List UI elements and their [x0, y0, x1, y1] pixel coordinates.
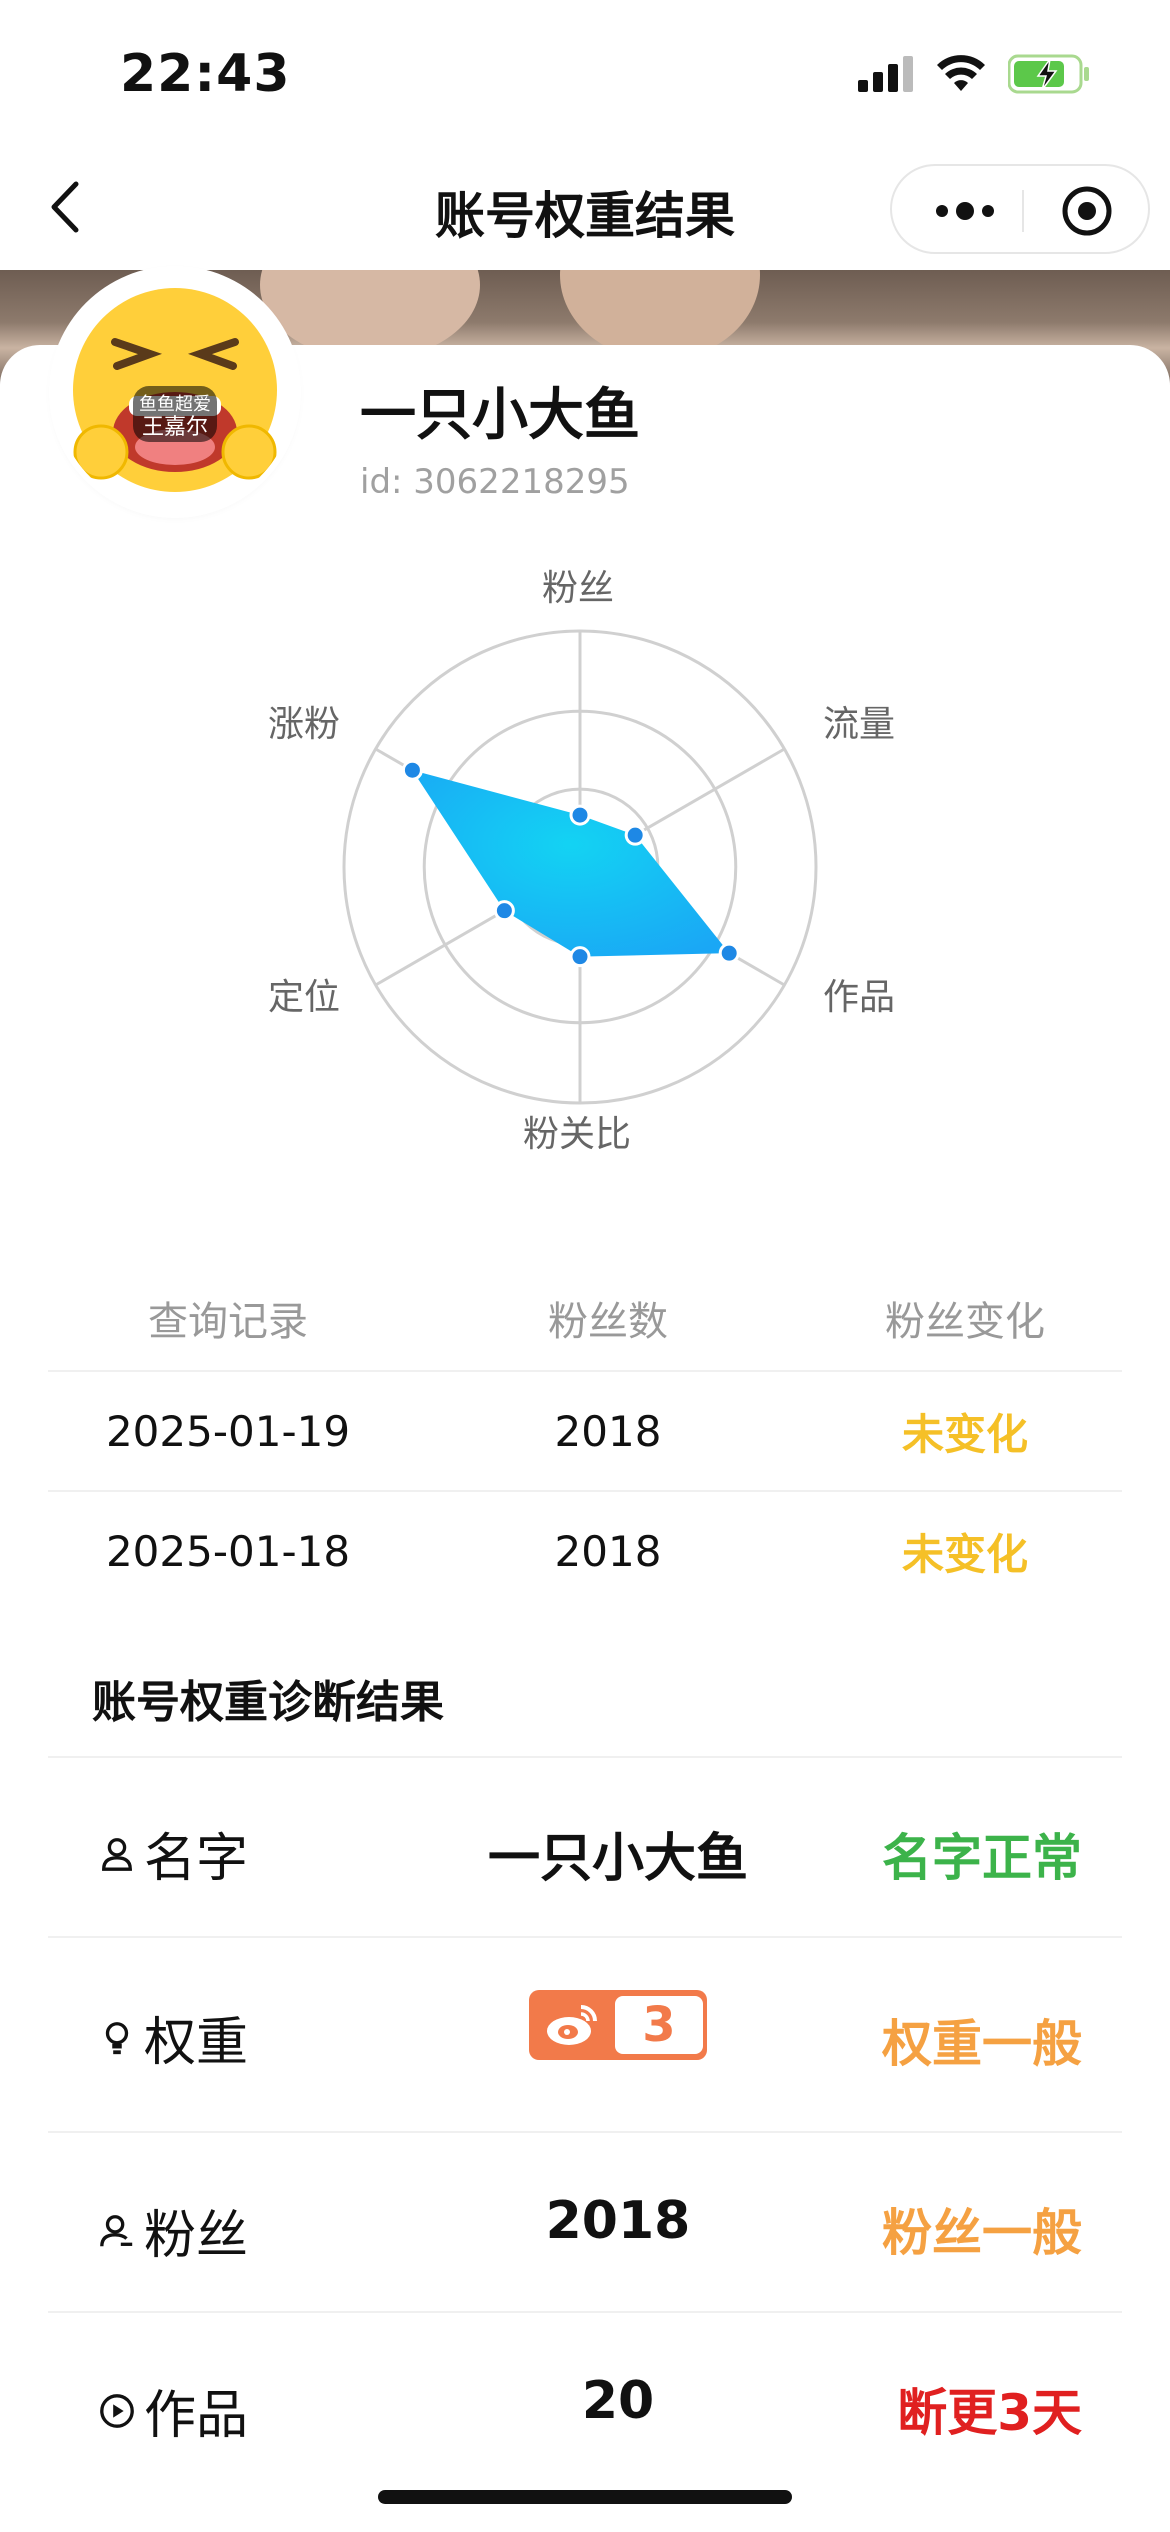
header-fans-change: 粉丝变化 — [885, 1298, 1045, 1345]
diagnosis-result: 名字正常 — [882, 1829, 1082, 1887]
diagnosis-result: 粉丝一般 — [882, 2204, 1082, 2262]
label-text: 作品 — [144, 2386, 249, 2446]
battery-charging-icon — [1008, 54, 1089, 94]
diagnosis-label: 权重 — [98, 2000, 248, 2075]
diagnosis-result: 权重一般 — [882, 2015, 1082, 2073]
radar-label-fan-follow-ratio: 粉关比 — [523, 1114, 632, 1155]
diagnosis-list: 名字 一只小大鱼 名字正常 权重 3 权重一般 粉丝 2018 粉丝一般 作品 … — [48, 1756, 1122, 2491]
diagnosis-title: 账号权重诊断结果 — [92, 1677, 444, 1728]
diagnosis-row-weight: 权重 3 权重一般 — [48, 1936, 1122, 2131]
radar-point — [569, 804, 591, 826]
row-fans: 2018 — [554, 1526, 662, 1576]
fans-user-icon — [100, 2214, 133, 2246]
diagnosis-row-name: 名字 一只小大鱼 名字正常 — [48, 1756, 1122, 1936]
radar-label-works: 作品 — [823, 977, 896, 1018]
play-circle-icon — [100, 2393, 134, 2428]
avatar[interactable]: 鱼鱼超爱 王嘉尔 — [55, 272, 295, 512]
avatar-text-bottom: 王嘉尔 — [142, 415, 208, 440]
radar-svg — [342, 629, 818, 1105]
home-indicator — [378, 2490, 792, 2504]
radar-label-traffic: 流量 — [823, 704, 896, 745]
row-fans: 2018 — [554, 1406, 662, 1456]
header-query-record: 查询记录 — [148, 1298, 308, 1345]
radar-point — [493, 900, 515, 922]
diagnosis-row-works: 作品 20 断更3天 — [48, 2311, 1122, 2491]
more-dots-icon — [936, 202, 994, 220]
radar-point — [718, 942, 740, 964]
radar-area — [412, 770, 730, 957]
signal-icon — [858, 56, 913, 92]
radar-label-positioning: 定位 — [268, 977, 341, 1018]
radar-label-fans: 粉丝 — [542, 568, 615, 609]
diagnosis-label: 作品 — [98, 2373, 248, 2448]
weight-number: 3 — [615, 1996, 703, 2054]
target-circle-icon — [1062, 186, 1112, 236]
header-fans: 粉丝数 — [548, 1298, 668, 1345]
weibo-icon — [547, 2005, 597, 2045]
table-header: 查询记录 粉丝数 粉丝变化 — [48, 1265, 1122, 1370]
radar-point — [624, 824, 646, 846]
status-bar: 22:43 — [0, 0, 1170, 150]
diagnosis-value: 20 — [581, 2371, 655, 2431]
label-text: 粉丝 — [144, 2206, 249, 2266]
diagnosis-value: 3 — [348, 1990, 888, 2062]
nav-bar: 账号权重结果 — [0, 150, 1170, 270]
label-text: 权重 — [144, 2013, 249, 2073]
user-name: 一只小大鱼 — [360, 383, 640, 448]
radar-point — [569, 946, 591, 968]
diagnosis-value: 2018 — [545, 2191, 691, 2251]
diagnosis-label: 粉丝 — [98, 2193, 248, 2268]
user-icon — [102, 1837, 132, 1871]
row-date: 2025-01-19 — [105, 1406, 351, 1456]
row-date: 2025-01-18 — [105, 1526, 351, 1576]
row-change: 未变化 — [901, 1529, 1028, 1579]
avatar-text-top: 鱼鱼超爱 — [139, 394, 211, 415]
radar-chart: 粉丝 流量 作品 粉关比 定位 涨粉 — [230, 545, 930, 1165]
capsule-divider — [1022, 190, 1024, 232]
diagnosis-label: 名字 — [98, 1816, 248, 1891]
table-row: 2025-01-19 2018 未变化 — [48, 1370, 1122, 1490]
lightbulb-icon — [105, 2021, 129, 2054]
mini-program-capsule — [890, 164, 1150, 254]
query-history-table: 查询记录 粉丝数 粉丝变化 2025-01-19 2018 未变化 2025-0… — [48, 1265, 1122, 1610]
diagnosis-result: 断更3天 — [897, 2384, 1082, 2442]
weibo-weight-badge: 3 — [529, 1990, 707, 2060]
status-time: 22:43 — [120, 44, 291, 104]
wifi-icon — [937, 55, 985, 91]
radar-point — [401, 759, 423, 781]
status-icons — [858, 54, 1090, 94]
diagnosis-value: 一只小大鱼 — [487, 1829, 748, 1889]
avatar-emoji-image: 鱼鱼超爱 王嘉尔 — [55, 272, 295, 512]
row-change: 未变化 — [901, 1409, 1028, 1459]
label-text: 名字 — [144, 1829, 249, 1889]
table-row: 2025-01-18 2018 未变化 — [48, 1490, 1122, 1610]
more-button[interactable] — [920, 186, 1010, 236]
user-id: id: 3062218295 — [360, 462, 630, 502]
radar-label-growth: 涨粉 — [268, 704, 341, 745]
close-program-button[interactable] — [1052, 186, 1122, 236]
diagnosis-row-fans: 粉丝 2018 粉丝一般 — [48, 2131, 1122, 2311]
